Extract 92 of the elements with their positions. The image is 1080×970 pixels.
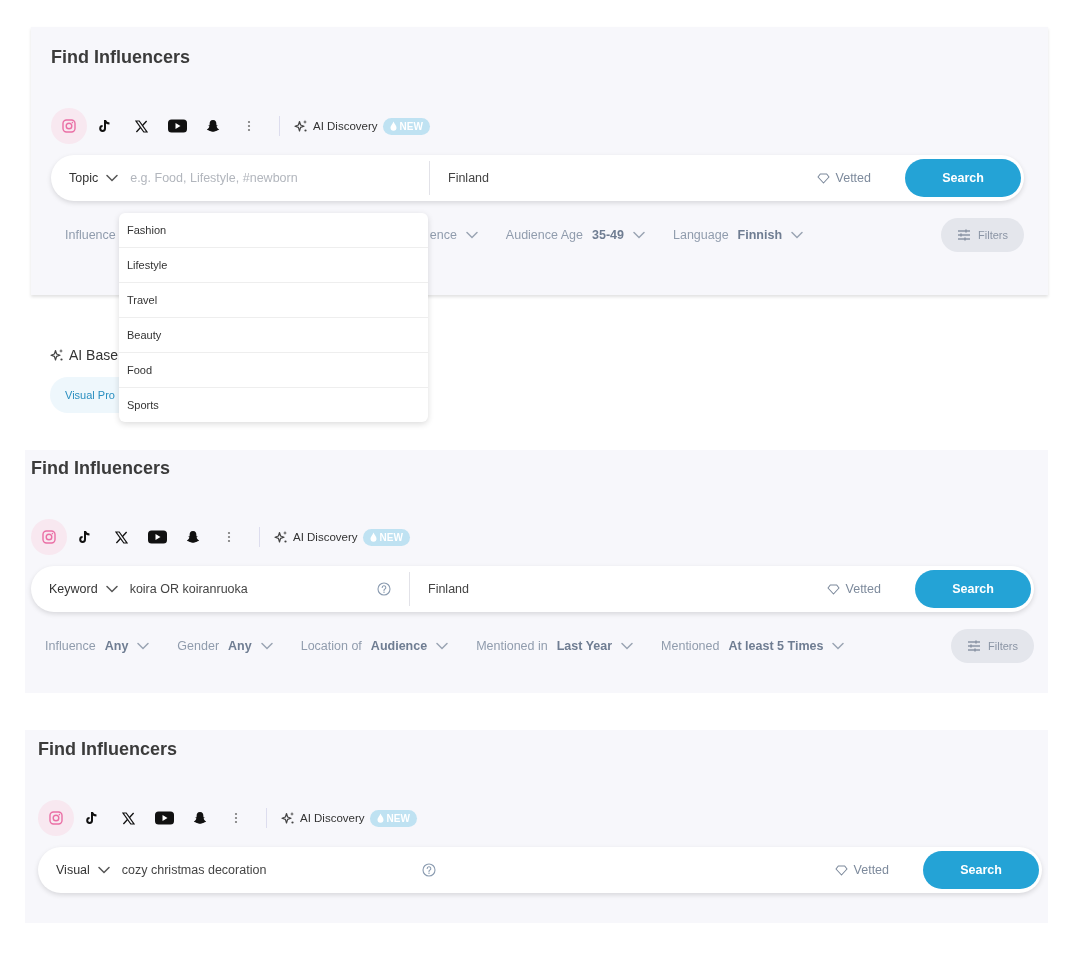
chevron-down-icon bbox=[633, 231, 645, 239]
chevron-down-icon bbox=[621, 642, 634, 650]
query-input[interactable]: koira OR koiranruoka bbox=[129, 579, 377, 599]
chevron-down-icon bbox=[137, 642, 150, 650]
chevron-down-icon bbox=[832, 642, 845, 650]
menu-item[interactable]: Fashion bbox=[119, 213, 428, 247]
vetted-label: Vetted bbox=[853, 863, 889, 877]
menu-item[interactable]: Beauty bbox=[119, 317, 428, 352]
tiktok-icon bbox=[79, 530, 91, 544]
sliders-icon bbox=[967, 640, 982, 652]
page-title: Find Influencers bbox=[38, 738, 179, 761]
ai-discovery-button[interactable]: AI Discovery NEW bbox=[294, 117, 430, 135]
ai-discovery-button[interactable]: AI Discovery NEW bbox=[281, 809, 417, 827]
ghost-icon bbox=[206, 119, 220, 133]
filter-dropdown[interactable]: Mentioned At least 5 Times bbox=[661, 639, 845, 653]
video-play-icon bbox=[154, 811, 174, 825]
mode-label: Keyword bbox=[49, 582, 98, 596]
page-title: Find Influencers bbox=[51, 46, 192, 69]
chevron-down-icon bbox=[436, 642, 449, 650]
ai-discovery-label: AI Discovery bbox=[293, 531, 358, 543]
vetted-label: Vetted bbox=[845, 582, 881, 596]
page-title: Find Influencers bbox=[31, 457, 172, 480]
chevron-down-icon bbox=[106, 174, 119, 182]
chevron-down-icon bbox=[465, 231, 478, 239]
query-input[interactable]: e.g. Food, Lifestyle, #newborn bbox=[130, 168, 411, 188]
ai-discovery-label: AI Discovery bbox=[300, 812, 365, 824]
filter-dropdown[interactable]: Language Finnish bbox=[673, 228, 804, 242]
mode-label: Visual bbox=[56, 863, 90, 877]
more-vertical-icon bbox=[247, 120, 251, 132]
filter-dropdown[interactable]: Influence Any bbox=[45, 639, 150, 653]
query-input[interactable]: cozy christmas decoration bbox=[121, 860, 423, 880]
tiktok-icon bbox=[86, 811, 98, 825]
sparkle-icon bbox=[274, 530, 288, 544]
x-logo-icon bbox=[134, 119, 148, 133]
sparkle-icon bbox=[281, 811, 295, 825]
diamond-icon bbox=[826, 583, 840, 595]
vetted-toggle[interactable]: Vetted bbox=[816, 171, 871, 185]
sliders-icon bbox=[957, 229, 972, 241]
location-input[interactable]: Finland bbox=[448, 168, 817, 188]
chevron-down-icon bbox=[791, 231, 804, 239]
instagram-icon bbox=[62, 119, 76, 133]
x-logo-icon bbox=[114, 530, 128, 544]
menu-item[interactable]: Travel bbox=[119, 282, 428, 317]
badge-text: NEW bbox=[386, 812, 410, 824]
more-vertical-icon bbox=[234, 812, 238, 824]
ghost-icon bbox=[193, 811, 207, 825]
diamond-icon bbox=[834, 864, 848, 876]
filter-dropdown[interactable]: Mentioned in Last Year bbox=[476, 639, 634, 653]
instagram-icon bbox=[42, 530, 56, 544]
filters-label: Filters bbox=[978, 229, 1008, 241]
filter-dropdown[interactable]: Influence bbox=[65, 228, 116, 242]
help-icon bbox=[422, 863, 437, 877]
search-mode-dropdown[interactable]: Topic bbox=[69, 171, 119, 185]
tiktok-icon bbox=[99, 119, 111, 133]
search-mode-dropdown[interactable]: Visual bbox=[56, 863, 110, 877]
sparkle-icon bbox=[294, 119, 308, 133]
chevron-down-icon bbox=[97, 866, 110, 874]
filters-button[interactable]: Filters bbox=[951, 629, 1034, 663]
filter-dropdown[interactable]: Gender Any bbox=[177, 639, 273, 653]
menu-item[interactable]: Lifestyle bbox=[119, 247, 428, 282]
ai-discovery-button[interactable]: AI Discovery NEW bbox=[274, 528, 410, 546]
vetted-toggle[interactable]: Vetted bbox=[834, 863, 889, 877]
search-button[interactable]: Search bbox=[923, 851, 1039, 889]
menu-item[interactable]: Food bbox=[119, 352, 428, 387]
mode-label: Topic bbox=[69, 171, 99, 185]
menu-item[interactable]: Sports bbox=[119, 387, 428, 422]
video-play-icon bbox=[167, 119, 187, 133]
vetted-label: Vetted bbox=[835, 171, 871, 185]
filter-dropdown[interactable]: Location of Audience bbox=[300, 639, 449, 653]
filters-label: Filters bbox=[988, 640, 1018, 652]
ai-discovery-label: AI Discovery bbox=[313, 120, 378, 132]
chevron-down-icon bbox=[260, 642, 273, 650]
x-logo-icon bbox=[121, 811, 135, 825]
diamond-icon bbox=[816, 172, 830, 184]
search-mode-dropdown[interactable]: Keyword bbox=[49, 582, 118, 596]
ghost-icon bbox=[186, 530, 200, 544]
sparkle-icon bbox=[50, 348, 64, 362]
search-button[interactable]: Search bbox=[905, 159, 1021, 197]
location-input[interactable]: Finland bbox=[428, 579, 827, 599]
filters-button[interactable]: Filters bbox=[941, 218, 1024, 252]
chevron-down-icon bbox=[105, 585, 118, 593]
more-vertical-icon bbox=[227, 531, 231, 543]
badge-text: NEW bbox=[399, 120, 423, 132]
section-heading: AI Base bbox=[69, 347, 119, 363]
filter-dropdown[interactable]: Audience Age 35-49 bbox=[505, 228, 645, 242]
video-play-icon bbox=[147, 530, 167, 544]
instagram-icon bbox=[49, 811, 63, 825]
vetted-toggle[interactable]: Vetted bbox=[826, 582, 881, 596]
filter-dropdown[interactable]: ence bbox=[429, 228, 478, 242]
badge-text: NEW bbox=[379, 531, 403, 543]
help-icon bbox=[377, 582, 391, 596]
search-button[interactable]: Search bbox=[915, 570, 1031, 608]
